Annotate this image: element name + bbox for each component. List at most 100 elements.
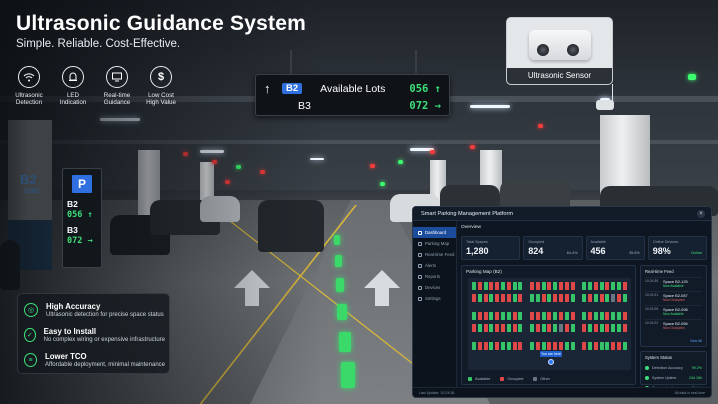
parking-slot[interactable] [512, 312, 517, 320]
parking-slot[interactable] [495, 342, 500, 350]
parking-slot[interactable] [588, 294, 592, 302]
parking-slot[interactable] [512, 294, 517, 302]
parking-slot[interactable] [599, 324, 604, 332]
parking-slot[interactable] [541, 282, 546, 290]
parking-slot[interactable] [483, 324, 488, 332]
parking-slot[interactable] [570, 294, 575, 302]
parking-slot[interactable] [547, 324, 552, 332]
parking-slot[interactable] [506, 324, 511, 332]
parking-slot[interactable] [622, 294, 627, 302]
parking-slot[interactable] [472, 342, 476, 350]
parking-slot[interactable] [495, 282, 500, 290]
parking-slot[interactable] [495, 294, 500, 302]
parking-slot[interactable] [477, 324, 482, 332]
parking-slot[interactable] [593, 294, 598, 302]
parking-slot[interactable] [506, 312, 511, 320]
parking-slot[interactable] [530, 342, 534, 350]
parking-slot[interactable] [559, 282, 563, 290]
parking-slot[interactable] [477, 342, 482, 350]
parking-slot[interactable] [570, 312, 575, 320]
parking-slot[interactable] [605, 342, 610, 350]
parking-slot[interactable] [535, 312, 540, 320]
parking-slot[interactable] [570, 324, 575, 332]
nav-realtime-feed[interactable]: Real-time Feed [413, 249, 456, 260]
parking-slot[interactable] [622, 312, 627, 320]
parking-slot[interactable] [593, 312, 598, 320]
parking-slot[interactable] [564, 294, 569, 302]
parking-slot[interactable] [582, 342, 587, 350]
parking-slot[interactable] [570, 342, 575, 350]
parking-slot[interactable] [477, 294, 482, 302]
parking-slot[interactable] [518, 294, 523, 302]
parking-slot[interactable] [506, 282, 511, 290]
parking-slot[interactable] [477, 312, 482, 320]
parking-slot[interactable] [495, 312, 500, 320]
parking-slot[interactable] [541, 294, 546, 302]
feed-item[interactable]: 10:24:31 Space B2-087 Now Occupied [645, 291, 702, 303]
parking-slot[interactable] [559, 294, 563, 302]
parking-slot[interactable] [582, 324, 587, 332]
parking-slot[interactable] [599, 312, 604, 320]
parking-slot[interactable] [593, 282, 598, 290]
view-all-link[interactable]: View All [690, 339, 702, 343]
parking-slot[interactable] [483, 342, 488, 350]
nav-parking-map[interactable]: Parking Map [413, 238, 456, 249]
parking-slot[interactable] [559, 312, 563, 320]
parking-slot[interactable] [547, 342, 552, 350]
parking-slot[interactable] [582, 312, 587, 320]
parking-slot[interactable] [605, 312, 610, 320]
parking-slot[interactable] [501, 294, 505, 302]
parking-slot[interactable] [472, 312, 476, 320]
parking-slot[interactable] [617, 282, 621, 290]
parking-slot[interactable] [489, 294, 494, 302]
parking-slot[interactable] [535, 342, 540, 350]
feed-item[interactable]: 10:24:22 Space B2-056 Now Occupied [645, 319, 702, 331]
parking-slot[interactable] [506, 294, 511, 302]
parking-slot[interactable] [617, 324, 621, 332]
feed-item[interactable]: 10:24:28 Space B2-098 Now Available [645, 305, 702, 317]
parking-map-panel[interactable]: Parking Map (B2) You are here Available … [461, 265, 636, 385]
parking-slot[interactable] [593, 324, 598, 332]
parking-slot[interactable] [611, 282, 616, 290]
parking-slot[interactable] [570, 282, 575, 290]
parking-slot[interactable] [582, 294, 587, 302]
parking-slot[interactable] [547, 312, 552, 320]
parking-slot[interactable] [564, 324, 569, 332]
parking-slot-grid[interactable]: You are here [468, 278, 631, 370]
parking-slot[interactable] [553, 324, 558, 332]
parking-slot[interactable] [472, 294, 476, 302]
parking-slot[interactable] [501, 282, 505, 290]
parking-slot[interactable] [535, 324, 540, 332]
feed-item[interactable]: 10:24:36 Space B2-125 Now Available [645, 277, 702, 289]
parking-slot[interactable] [535, 294, 540, 302]
parking-slot[interactable] [512, 282, 517, 290]
parking-slot[interactable] [495, 324, 500, 332]
parking-slot[interactable] [588, 312, 592, 320]
parking-slot[interactable] [611, 312, 616, 320]
parking-slot[interactable] [547, 294, 552, 302]
parking-slot[interactable] [547, 282, 552, 290]
parking-slot[interactable] [617, 294, 621, 302]
parking-slot[interactable] [611, 342, 616, 350]
parking-slot[interactable] [622, 342, 627, 350]
parking-slot[interactable] [622, 282, 627, 290]
parking-slot[interactable] [617, 342, 621, 350]
parking-slot[interactable] [559, 342, 563, 350]
parking-slot[interactable] [506, 342, 511, 350]
parking-slot[interactable] [582, 282, 587, 290]
parking-slot[interactable] [541, 324, 546, 332]
parking-slot[interactable] [512, 342, 517, 350]
parking-slot[interactable] [512, 324, 517, 332]
parking-slot[interactable] [564, 312, 569, 320]
parking-slot[interactable] [588, 282, 592, 290]
parking-slot[interactable] [605, 282, 610, 290]
parking-slot[interactable] [535, 282, 540, 290]
nav-devices[interactable]: Devices [413, 282, 456, 293]
parking-slot[interactable] [501, 312, 505, 320]
parking-slot[interactable] [564, 282, 569, 290]
parking-slot[interactable] [611, 324, 616, 332]
parking-slot[interactable] [530, 324, 534, 332]
parking-slot[interactable] [489, 342, 494, 350]
parking-slot[interactable] [472, 282, 476, 290]
parking-slot[interactable] [617, 312, 621, 320]
